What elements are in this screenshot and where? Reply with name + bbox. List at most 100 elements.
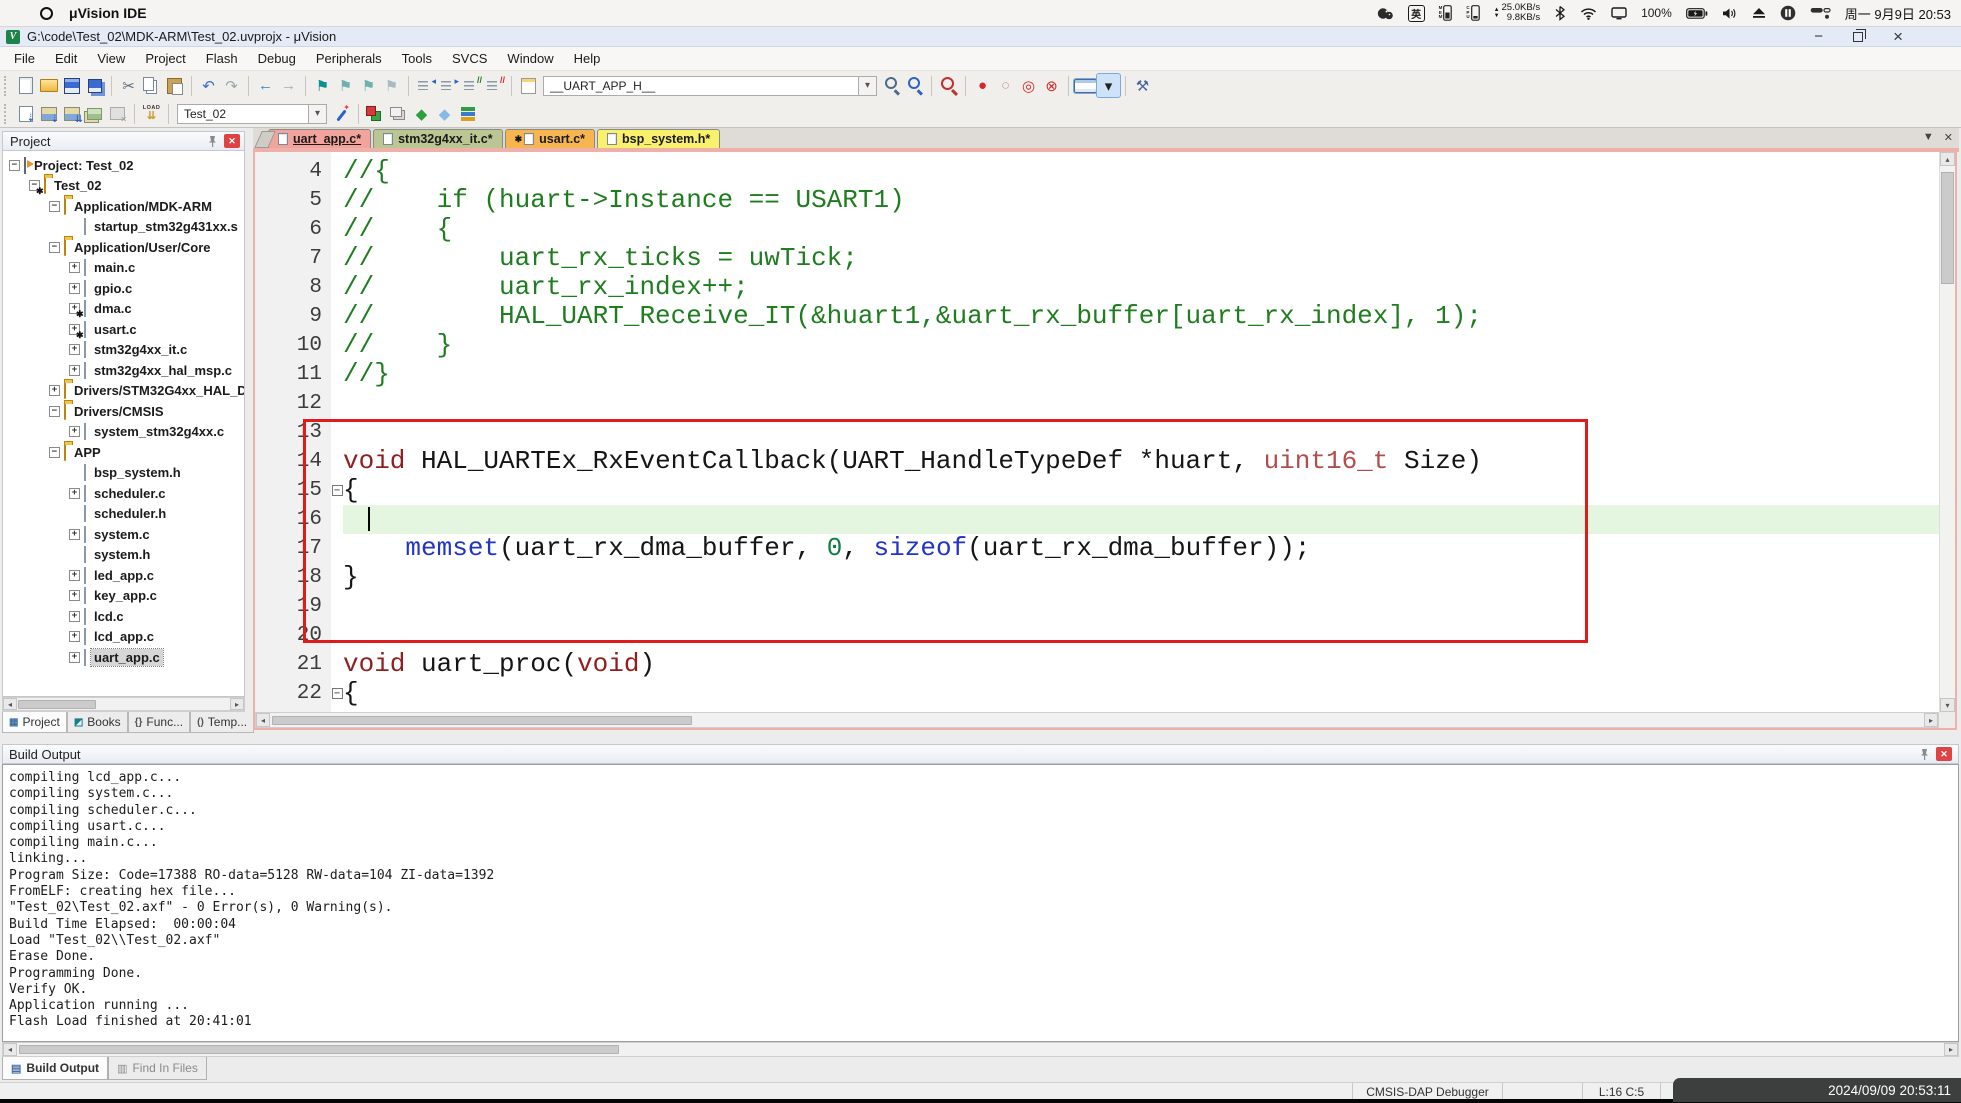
new-file-icon[interactable] [14, 74, 37, 97]
menu-flash[interactable]: Flash [196, 48, 248, 69]
manage-project-items-icon[interactable]: ◆ [410, 102, 433, 125]
tree-item-label[interactable]: Application/User/Core [71, 239, 214, 256]
code-text[interactable]: { [343, 679, 359, 708]
menu-help[interactable]: Help [564, 48, 611, 69]
code-line-6[interactable]: 6// { [255, 215, 1939, 244]
cut-icon[interactable]: ✂ [117, 74, 140, 97]
build-hscrollbar[interactable]: ◂ ▸ [2, 1042, 1959, 1057]
tree-item[interactable]: +led_app.c [3, 565, 244, 586]
doc-tab-usartc[interactable]: ✱usart.c* [505, 129, 595, 148]
stop-build-icon[interactable] [106, 102, 129, 125]
build-output-log[interactable]: compiling lcd_app.c...compiling system.c… [2, 764, 1959, 1042]
insert-breakpoint-icon[interactable]: ● [971, 74, 994, 97]
expand-toggle[interactable]: + [69, 262, 80, 273]
tree-item-label[interactable]: main.c [91, 259, 138, 276]
menu-view[interactable]: View [87, 48, 135, 69]
bluetooth-icon[interactable] [1554, 5, 1566, 21]
code-line-9[interactable]: 9// HAL_UART_Receive_IT(&huart1,&uart_rx… [255, 302, 1939, 331]
expand-toggle[interactable]: − [49, 201, 60, 212]
expand-toggle[interactable]: − [49, 447, 60, 458]
input-language-indicator[interactable]: 英 [1408, 5, 1425, 22]
comment-selection-icon[interactable] [460, 74, 483, 97]
code-text[interactable]: } [343, 563, 359, 592]
code-line-5[interactable]: 5// if (huart->Instance == USART1) [255, 186, 1939, 215]
tree-item[interactable]: +gpio.c [3, 278, 244, 299]
app-menu-icon[interactable] [40, 7, 53, 20]
next-bookmark-icon[interactable]: ⚑ [357, 74, 380, 97]
tree-item-label[interactable]: scheduler.h [91, 505, 169, 522]
panel-tab-project[interactable]: ▦Project [2, 712, 67, 733]
tree-item[interactable]: +system_stm32g4xx.c [3, 422, 244, 443]
menu-svcs[interactable]: SVCS [442, 48, 497, 69]
scroll-left-icon[interactable]: ◂ [3, 698, 17, 710]
target-select[interactable]: Test_02▾ [177, 104, 327, 124]
pin-icon[interactable] [1919, 748, 1930, 761]
display-icon[interactable] [1611, 7, 1627, 20]
code-editor[interactable]: 4//{5// if (huart->Instance == USART1)6/… [253, 152, 1957, 730]
tree-item[interactable]: −APP [3, 442, 244, 463]
code-line-12[interactable]: 12 [255, 389, 1939, 418]
scroll-left-icon[interactable]: ◂ [3, 1043, 17, 1056]
tree-item-label[interactable]: system_stm32g4xx.c [91, 423, 227, 440]
tree-item-label[interactable]: Application/MDK-ARM [71, 198, 215, 215]
code-text[interactable]: // { [343, 215, 452, 244]
code-line-13[interactable]: 13 [255, 418, 1939, 447]
menu-debug[interactable]: Debug [248, 48, 306, 69]
code-line-11[interactable]: 11//} [255, 360, 1939, 389]
memory-gauge[interactable]: M E M [1439, 5, 1453, 21]
code-text[interactable]: // HAL_UART_Receive_IT(&huart1,&uart_rx_… [343, 302, 1482, 331]
target-select-value[interactable]: Test_02 [177, 104, 309, 124]
batch-build-icon[interactable] [83, 102, 106, 125]
find-in-files-icon[interactable] [880, 74, 903, 97]
tree-item-label[interactable]: scheduler.c [91, 485, 169, 502]
tree-item-label[interactable]: key_app.c [91, 587, 160, 604]
toolbar-grip[interactable] [4, 104, 10, 124]
scroll-right-icon[interactable]: ▸ [1944, 1043, 1958, 1056]
battery-icon[interactable] [1686, 8, 1708, 19]
volume-icon[interactable] [1722, 7, 1738, 20]
code-line-16[interactable]: 16 [255, 505, 1939, 534]
expand-toggle[interactable]: + [69, 488, 80, 499]
prev-bookmark-icon[interactable]: ⚑ [334, 74, 357, 97]
tree-item-label[interactable]: stm32g4xx_hal_msp.c [91, 362, 235, 379]
copy-icon[interactable] [140, 74, 163, 97]
fold-column[interactable]: − [331, 485, 343, 496]
code-text[interactable] [343, 505, 370, 534]
menu-file[interactable]: File [4, 48, 45, 69]
tree-item-label[interactable]: Drivers/STM32G4xx_HAL_Dri [71, 382, 245, 399]
panel-tab-func[interactable]: {}Func... [128, 712, 190, 733]
clear-bookmarks-icon[interactable]: ⚑ [380, 74, 403, 97]
scroll-thumb[interactable] [272, 716, 692, 725]
scroll-thumb[interactable] [18, 700, 96, 709]
find-text-combo[interactable]: __UART_APP_H__▾ [543, 76, 877, 96]
tree-item-label[interactable]: dma.c [91, 300, 135, 317]
doc-tab-stm32g4xx_itc[interactable]: stm32g4xx_it.c* [373, 129, 503, 148]
expand-toggle[interactable]: + [49, 385, 60, 396]
enable-disable-breakpoint-icon[interactable]: ○ [994, 74, 1017, 97]
toolbar-grip[interactable] [4, 76, 10, 96]
translate-icon[interactable] [14, 102, 37, 125]
expand-toggle[interactable]: + [69, 365, 80, 376]
panel-tab-temp[interactable]: ()Temp... [190, 712, 254, 733]
menu-window[interactable]: Window [497, 48, 563, 69]
wifi-icon[interactable] [1580, 7, 1597, 20]
eject-icon[interactable] [1752, 7, 1766, 19]
code-lines[interactable]: 4//{5// if (huart->Instance == USART1)6/… [255, 152, 1939, 712]
menu-project[interactable]: Project [135, 48, 195, 69]
code-text[interactable]: void HAL_UARTEx_RxEventCallback(UART_Han… [343, 447, 1482, 476]
code-text[interactable]: // uart_rx_ticks = uwTick; [343, 244, 858, 273]
incremental-find-icon[interactable] [903, 74, 926, 97]
tree-item[interactable]: +system.c [3, 524, 244, 545]
windows-list-arrow-icon[interactable]: ▾ [1097, 74, 1120, 97]
save-all-icon[interactable] [83, 74, 106, 97]
code-line-14[interactable]: 14void HAL_UARTEx_RxEventCallback(UART_H… [255, 447, 1939, 476]
doc-tab-bsp_systemh[interactable]: bsp_system.h* [597, 129, 720, 148]
tree-item[interactable]: +uart_app.c [3, 647, 244, 668]
code-text[interactable]: // uart_rx_index++; [343, 273, 749, 302]
menu-edit[interactable]: Edit [45, 48, 87, 69]
scroll-thumb[interactable] [1941, 172, 1954, 284]
panel-tab-books[interactable]: ◩Books [67, 712, 128, 733]
tab-list-dropdown-icon[interactable]: ▼ [1923, 131, 1934, 144]
close-button[interactable]: × [1893, 30, 1903, 44]
tree-item-label[interactable]: usart.c [91, 321, 140, 338]
